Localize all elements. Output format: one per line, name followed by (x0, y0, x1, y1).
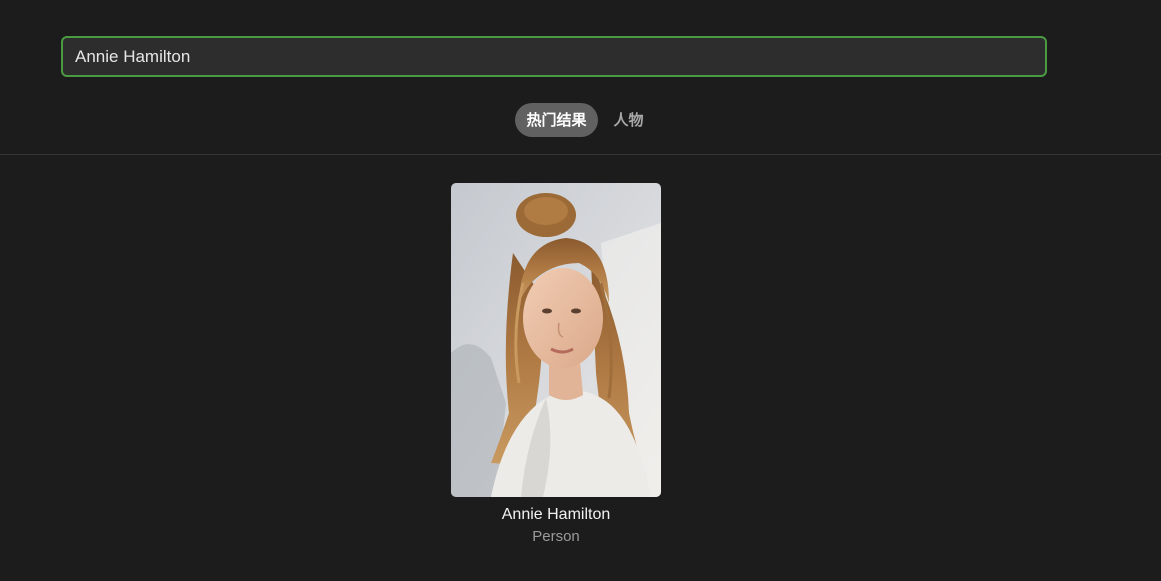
search-page: 热门结果 人物 (0, 0, 1161, 581)
tab-top-results[interactable]: 热门结果 (515, 103, 598, 137)
filter-tabs: 热门结果 人物 (0, 103, 1161, 137)
result-type: Person (532, 528, 580, 545)
person-photo[interactable] (451, 183, 661, 497)
tab-people[interactable]: 人物 (612, 103, 646, 137)
search-box[interactable] (61, 36, 1047, 77)
result-card[interactable]: Annie Hamilton Person (451, 183, 661, 545)
divider (0, 154, 1161, 155)
result-name[interactable]: Annie Hamilton (451, 506, 661, 524)
search-input[interactable] (63, 38, 1045, 75)
